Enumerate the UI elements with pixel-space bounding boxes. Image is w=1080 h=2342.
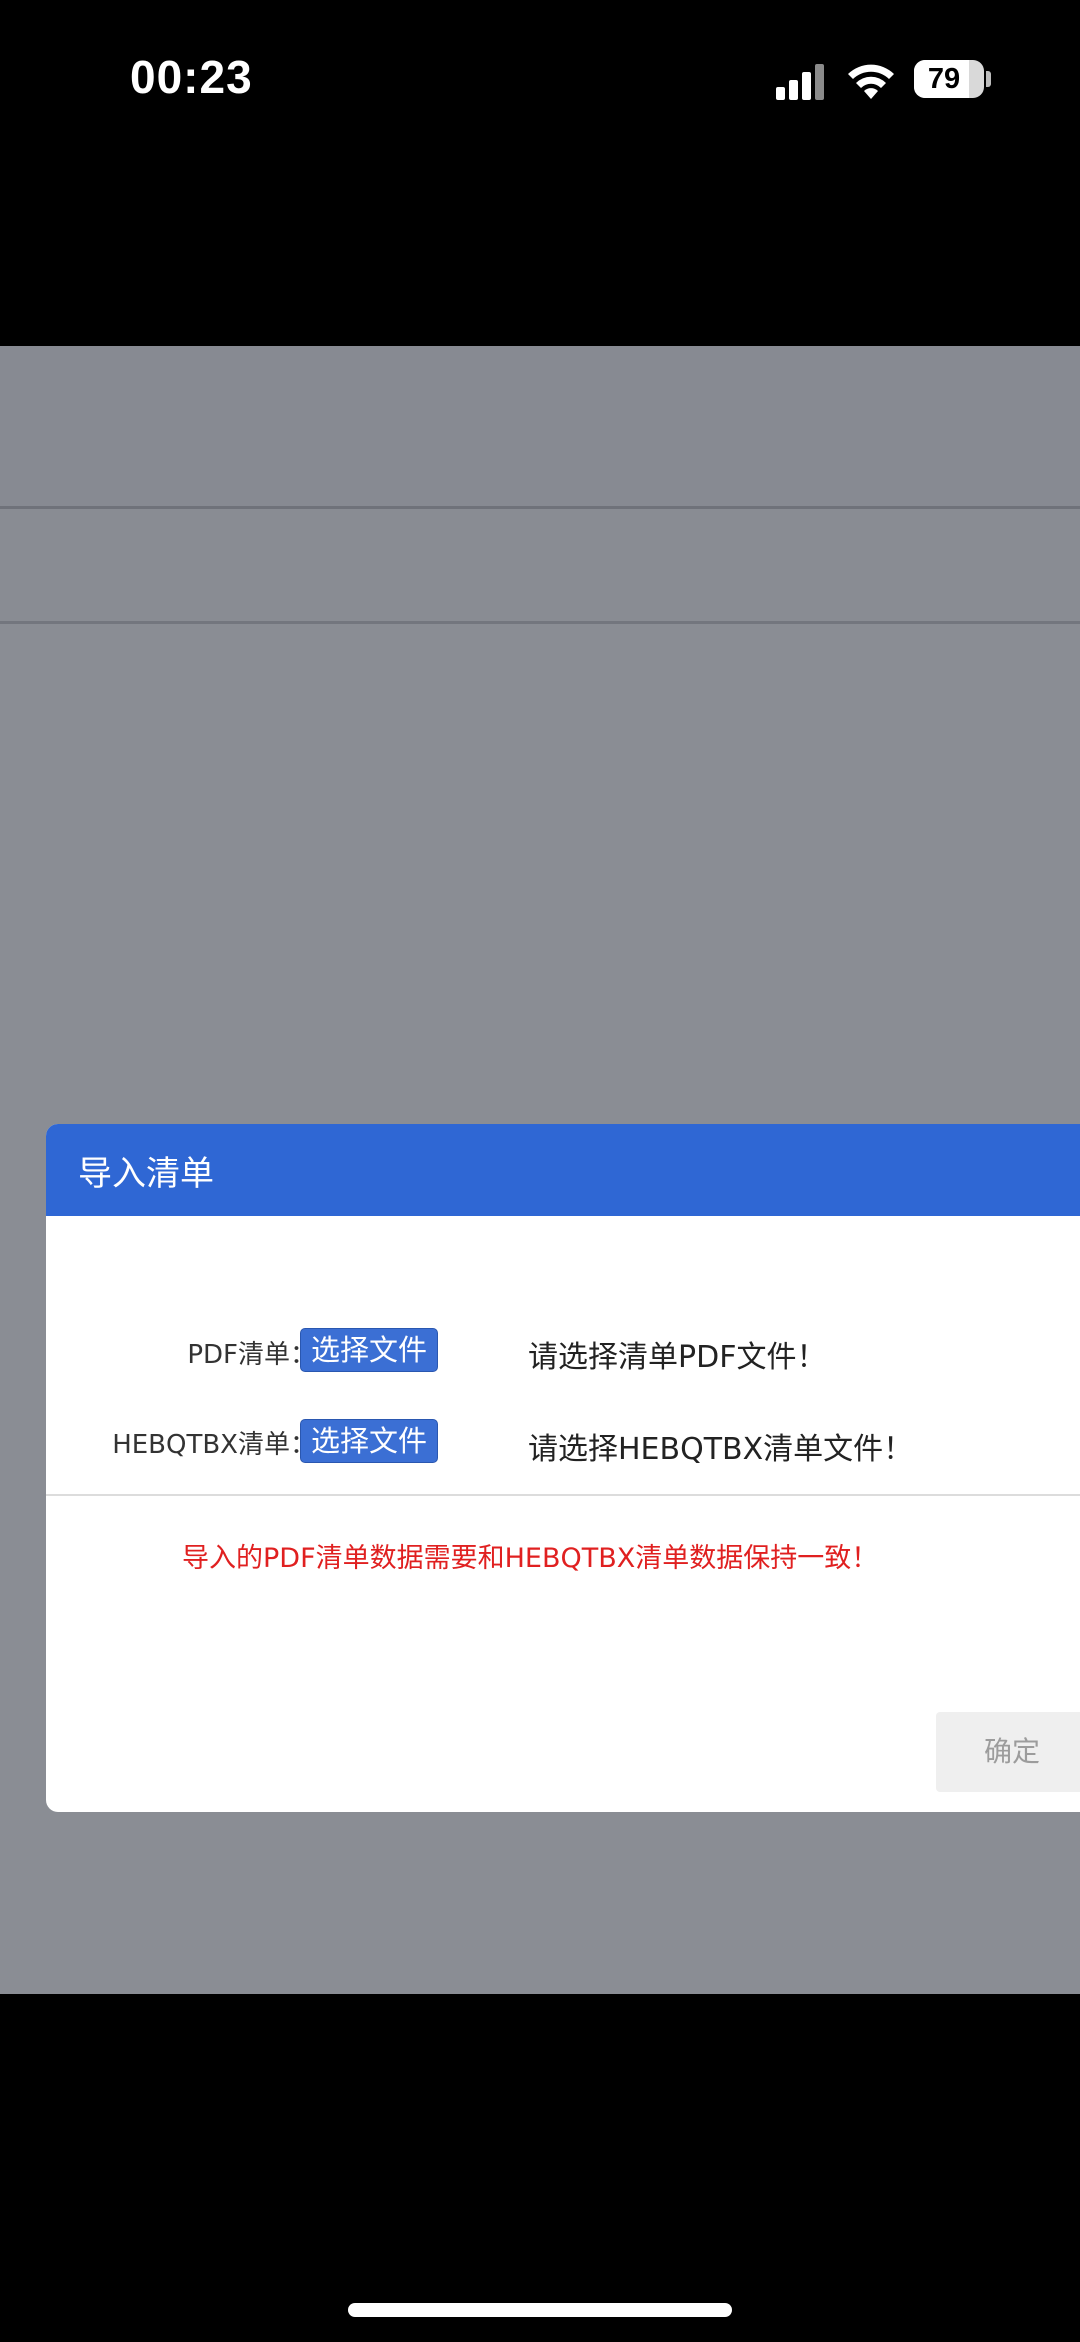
dialog-title: 导入清单 [78,1154,214,1194]
dialog-header: 导入清单 [46,1124,1080,1216]
signal-icon [776,60,828,100]
battery-icon: 79 [914,60,984,98]
import-dialog: 导入清单 PDF清单： 选择文件 请选择清单PDF文件！ HEBQTBX清单： … [46,1124,1080,1812]
hebqtbx-file-hint: 请选择HEBQTBX清单文件！ [528,1432,914,1467]
dialog-divider [46,1494,1080,1496]
status-time: 00:23 [130,51,253,103]
phone-screen: 00:23 79 导入清单 PDF清单： 选择文件 请选择清单PDF文件！ HE… [0,0,1080,2342]
status-bar: 00:23 79 [0,0,1080,160]
consistency-warning: 导入的PDF清单数据需要和HEBQTBX清单数据保持一致！ [182,1543,879,1574]
toolbar-divider [0,621,1080,624]
wifi-icon [848,64,894,99]
pdf-list-label: PDF清单： [187,1340,316,1370]
home-indicator[interactable] [348,2303,732,2317]
confirm-button[interactable]: 确定 [936,1712,1080,1792]
app-overlay[interactable]: 导入清单 PDF清单： 选择文件 请选择清单PDF文件！ HEBQTBX清单： … [0,346,1080,1994]
pdf-file-hint: 请选择清单PDF文件！ [528,1340,827,1375]
hebqtbx-list-label: HEBQTBX清单： [112,1430,316,1460]
header-band [0,346,1080,506]
hebqtbx-choose-file-button[interactable]: 选择文件 [300,1419,438,1463]
toolbar-band [0,509,1080,621]
battery-tip [986,71,991,87]
pdf-choose-file-button[interactable]: 选择文件 [300,1328,438,1372]
battery-level: 79 [927,63,961,95]
